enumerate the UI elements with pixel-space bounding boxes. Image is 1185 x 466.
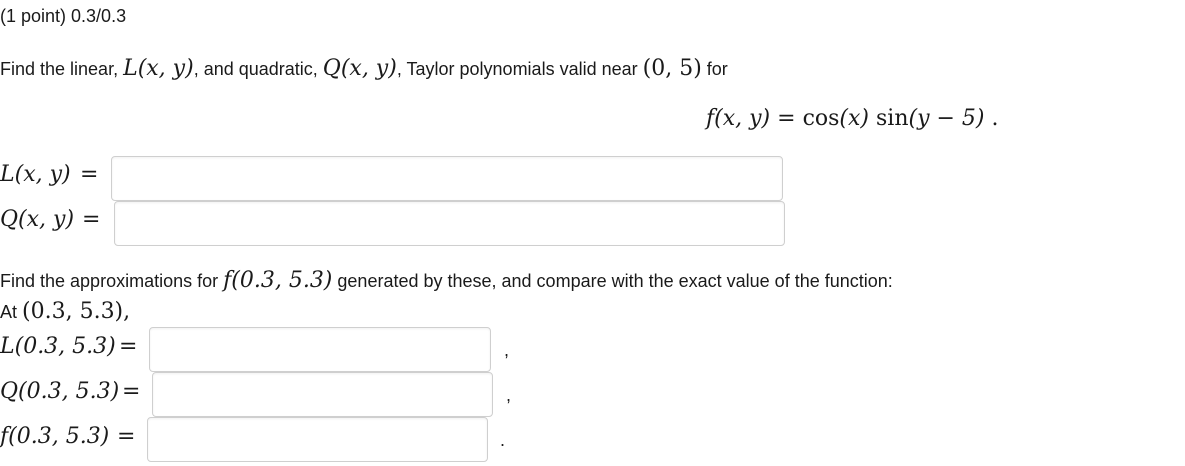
L-eval-comma: , bbox=[504, 340, 510, 360]
Q-input-label: Q(x, y) bbox=[0, 207, 75, 232]
L-args: (x, y) bbox=[137, 56, 194, 81]
approx-at-point: At (0.3, 5.3), bbox=[0, 297, 130, 329]
L-symbol: L bbox=[123, 56, 138, 81]
L-eval-label: L(0.3, 5.3) bbox=[0, 334, 116, 359]
function-lhs: f(x, y) bbox=[706, 106, 771, 131]
function-definition: f(x, y) = cos(x) sin(y − 5) . bbox=[706, 103, 999, 137]
Q-answer-field[interactable] bbox=[114, 201, 785, 246]
approx-suffix: generated by these, and compare with the… bbox=[332, 271, 893, 291]
points-label: (1 point) 0.3/0.3 bbox=[0, 6, 127, 26]
sin-arg: (y − 5) bbox=[908, 106, 985, 131]
at-point: (0.3, 5.3), bbox=[22, 299, 131, 324]
approx-instruction: Find the approximations for f(0.3, 5.3) … bbox=[0, 266, 893, 298]
function-period: . bbox=[984, 106, 999, 131]
L-input-label: L(x, y) bbox=[0, 162, 71, 187]
Q-eval-field[interactable] bbox=[152, 372, 493, 417]
L-eval-equals: = bbox=[119, 334, 138, 359]
L-equals-sign: = bbox=[80, 162, 99, 187]
Q-args: (x, y) bbox=[340, 56, 397, 81]
f-eval-equals: = bbox=[117, 424, 136, 449]
Q-symbol: Q bbox=[322, 56, 341, 81]
Q-eval-equals: = bbox=[122, 379, 141, 404]
at-prefix: At bbox=[0, 302, 23, 322]
f-eval-label: f(0.3, 5.3) bbox=[0, 424, 110, 449]
sin-name: sin bbox=[869, 106, 909, 131]
intro-for: for bbox=[701, 59, 728, 79]
cos-arg: (x) bbox=[839, 106, 869, 131]
approx-f-at: f(0.3, 5.3) bbox=[223, 268, 333, 293]
cos-name: cos bbox=[802, 106, 840, 131]
expansion-point: (0, 5) bbox=[642, 56, 702, 81]
L-answer-field[interactable] bbox=[111, 156, 783, 201]
intro-suffix: , Taylor polynomials valid near bbox=[396, 59, 643, 79]
f-eval-period: . bbox=[500, 430, 506, 450]
approx-prefix: Find the approximations for bbox=[0, 271, 224, 291]
intro-and: , and quadratic, bbox=[193, 59, 323, 79]
Q-eval-label: Q(0.3, 5.3) bbox=[0, 379, 120, 404]
f-eval-field[interactable] bbox=[147, 417, 488, 462]
Q-equals-sign: = bbox=[82, 207, 101, 232]
L-eval-field[interactable] bbox=[149, 327, 491, 372]
intro-prefix: Find the linear, bbox=[0, 59, 124, 79]
question-intro: Find the linear, L(x, y), and quadratic,… bbox=[0, 54, 728, 86]
function-equals: = bbox=[770, 106, 803, 131]
Q-eval-comma: , bbox=[506, 385, 512, 405]
